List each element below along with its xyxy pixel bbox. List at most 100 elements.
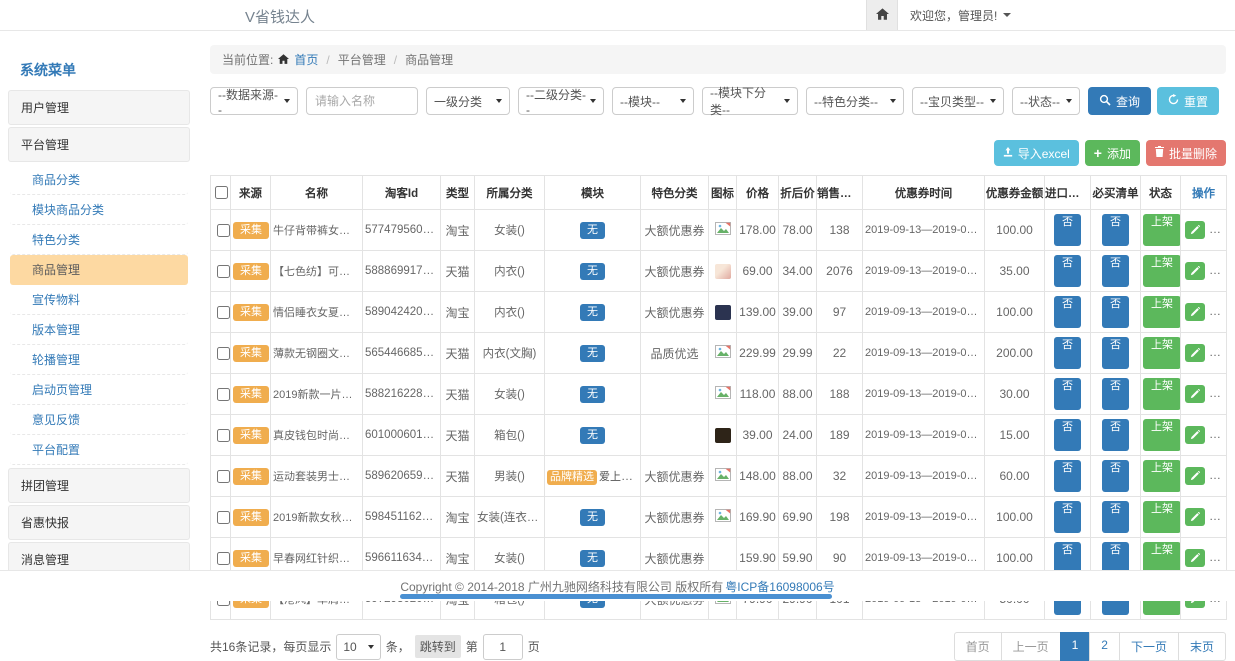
filter-select[interactable]: --二级分类--: [518, 87, 604, 115]
must-buy-toggle[interactable]: 否: [1102, 378, 1129, 410]
import-select-toggle[interactable]: 否: [1054, 460, 1081, 492]
user-menu[interactable]: 欢迎您，管理员!: [898, 0, 1023, 30]
sidebar-subitem[interactable]: 模块商品分类: [10, 195, 188, 225]
cell-icon: [709, 374, 737, 415]
cell-status: 上架: [1141, 415, 1181, 456]
page-button[interactable]: 2: [1089, 632, 1120, 661]
sidebar-subitem[interactable]: 启动页管理: [10, 375, 188, 405]
filter-select[interactable]: --数据来源--: [210, 87, 298, 115]
filter-select[interactable]: --特色分类--: [806, 87, 904, 115]
edit-button[interactable]: [1185, 303, 1205, 321]
row-checkbox[interactable]: [217, 511, 230, 524]
cell-coupon_time: 2019-09-13—2019-09-15: [863, 456, 985, 497]
reset-button[interactable]: 重置: [1157, 87, 1219, 115]
status-badge[interactable]: 上架: [1143, 419, 1181, 451]
edit-button[interactable]: [1185, 426, 1205, 444]
edit-button[interactable]: [1185, 549, 1205, 567]
sidebar-subitem[interactable]: 版本管理: [10, 315, 188, 345]
cell-coupon_amount: 100.00: [985, 497, 1045, 538]
breadcrumb-label: 当前位置:: [222, 51, 273, 68]
sidebar-title: 系统菜单: [8, 52, 190, 90]
edit-button[interactable]: [1185, 344, 1205, 362]
import-select-toggle[interactable]: 否: [1054, 378, 1081, 410]
edit-button[interactable]: [1185, 385, 1205, 403]
row-checkbox[interactable]: [217, 429, 230, 442]
page-button[interactable]: 上一页: [1001, 632, 1061, 661]
cell-coupon_time: 2019-09-13—2019-09-19: [863, 374, 985, 415]
status-badge[interactable]: 上架: [1143, 378, 1181, 410]
sidebar-subitem[interactable]: 宣传物料: [10, 285, 188, 315]
name-search-input[interactable]: [306, 87, 418, 115]
must-buy-toggle[interactable]: 否: [1102, 214, 1129, 246]
per-page-select[interactable]: 10: [336, 634, 380, 660]
sidebar-item[interactable]: 用户管理: [8, 90, 190, 125]
must-buy-toggle[interactable]: 否: [1102, 296, 1129, 328]
import-select-toggle[interactable]: 否: [1054, 501, 1081, 533]
row-checkbox[interactable]: [217, 552, 230, 565]
status-badge[interactable]: 上架: [1143, 255, 1181, 287]
cell-import_select: 否: [1045, 497, 1091, 538]
filter-select[interactable]: --状态--: [1012, 87, 1080, 115]
status-badge[interactable]: 上架: [1143, 460, 1181, 492]
sidebar-subitem[interactable]: 意见反馈: [10, 405, 188, 435]
filter-select[interactable]: --模块下分类--: [702, 87, 798, 115]
row-checkbox[interactable]: [217, 347, 230, 360]
page-button[interactable]: 1: [1060, 632, 1091, 661]
status-badge[interactable]: 上架: [1143, 296, 1181, 328]
edit-button[interactable]: [1185, 262, 1205, 280]
must-buy-toggle[interactable]: 否: [1102, 337, 1129, 369]
home-button[interactable]: [866, 0, 898, 30]
batch-delete-button[interactable]: 批量删除: [1146, 140, 1226, 166]
filter-select[interactable]: --宝贝类型--: [912, 87, 1004, 115]
row-checkbox[interactable]: [217, 388, 230, 401]
page-button[interactable]: 首页: [954, 632, 1002, 661]
sidebar-subitem-active[interactable]: 商品管理: [10, 255, 188, 285]
sidebar-subitem[interactable]: 轮播管理: [10, 345, 188, 375]
sidebar-item[interactable]: 省惠快报: [8, 505, 190, 540]
add-button[interactable]: + 添加: [1085, 140, 1140, 166]
sidebar-item[interactable]: 拼团管理: [8, 468, 190, 503]
row-checkbox[interactable]: [217, 306, 230, 319]
sidebar-subitem[interactable]: 特色分类: [10, 225, 188, 255]
status-badge[interactable]: 上架: [1143, 337, 1181, 369]
import-select-toggle[interactable]: 否: [1054, 337, 1081, 369]
page-button[interactable]: 末页: [1178, 632, 1226, 661]
import-select-toggle[interactable]: 否: [1054, 214, 1081, 246]
import-excel-button[interactable]: 导入excel: [994, 140, 1079, 166]
horizontal-scrollbar[interactable]: [400, 594, 832, 599]
row-checkbox[interactable]: [217, 470, 230, 483]
must-buy-toggle[interactable]: 否: [1102, 419, 1129, 451]
page-button[interactable]: 下一页: [1119, 632, 1179, 661]
search-button[interactable]: 查询: [1088, 87, 1151, 115]
must-buy-toggle[interactable]: 否: [1102, 255, 1129, 287]
row-checkbox[interactable]: [217, 224, 230, 237]
source-badge: 采集: [233, 427, 269, 444]
edit-button[interactable]: [1185, 467, 1205, 485]
import-select-toggle[interactable]: 否: [1054, 419, 1081, 451]
sidebar-item[interactable]: 平台管理: [8, 127, 190, 162]
breadcrumb-home-link[interactable]: 首页: [294, 51, 318, 68]
select-all-checkbox[interactable]: [215, 186, 228, 199]
import-select-toggle[interactable]: 否: [1054, 296, 1081, 328]
row-checkbox[interactable]: [217, 265, 230, 278]
status-badge[interactable]: 上架: [1143, 501, 1181, 533]
import-select-toggle[interactable]: 否: [1054, 255, 1081, 287]
edit-button[interactable]: [1185, 221, 1205, 239]
must-buy-toggle[interactable]: 否: [1102, 460, 1129, 492]
cell-sales: 2076: [817, 251, 863, 292]
cell-must_buy: 否: [1091, 374, 1141, 415]
must-buy-toggle[interactable]: 否: [1102, 501, 1129, 533]
add-label: 添加: [1107, 145, 1131, 162]
filter-select[interactable]: 一级分类: [426, 87, 510, 115]
pagination: 共16条记录，每页显示 10 条， 跳转到 第 页 首页上一页12下一页末页: [210, 632, 1226, 661]
icp-link[interactable]: 粤ICP备16098006号: [725, 578, 834, 595]
page-number-input[interactable]: [483, 634, 523, 660]
source-badge: 采集: [233, 386, 269, 403]
filter-select[interactable]: --模块--: [612, 87, 694, 115]
status-badge[interactable]: 上架: [1143, 214, 1181, 246]
sidebar-subitem[interactable]: 商品分类: [10, 165, 188, 195]
sidebar-item[interactable]: 消息管理: [8, 542, 190, 570]
edit-button[interactable]: [1185, 508, 1205, 526]
jump-to-button[interactable]: 跳转到: [415, 635, 461, 658]
sidebar-subitem[interactable]: 平台配置: [10, 435, 188, 465]
